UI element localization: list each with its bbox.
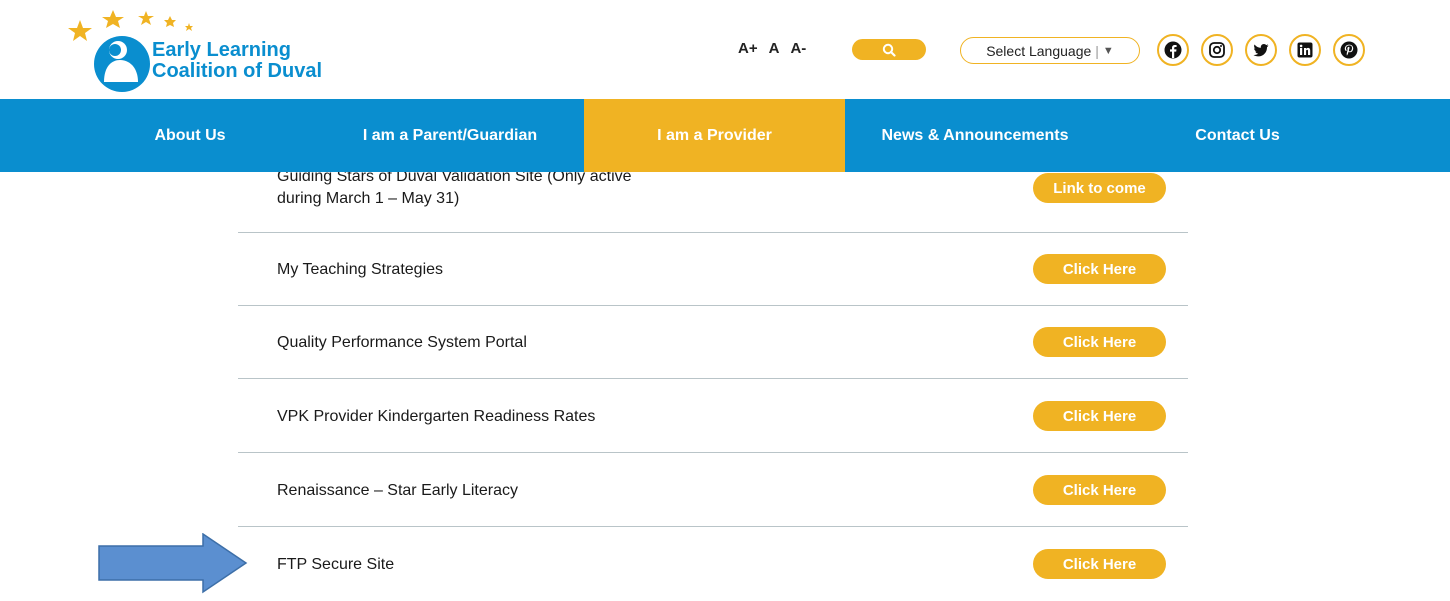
nav-item-news[interactable]: News & Announcements	[860, 99, 1090, 172]
facebook-icon[interactable]	[1157, 34, 1189, 66]
resource-label: Quality Performance System Portal	[277, 334, 527, 351]
resource-label: VPK Provider Kindergarten Readiness Rate…	[277, 408, 596, 425]
linkedin-icon[interactable]	[1289, 34, 1321, 66]
language-label: Select Language	[986, 42, 1092, 59]
font-increase-button[interactable]: A+	[738, 40, 758, 57]
font-decrease-button[interactable]: A-	[790, 40, 806, 57]
site-header: Early Learning Coalition of Duval A+ A A…	[0, 0, 1450, 99]
instagram-glyph	[1209, 42, 1225, 58]
font-size-controls: A+ A A-	[738, 40, 817, 57]
nav-item-parent-guardian[interactable]: I am a Parent/Guardian	[320, 99, 580, 172]
search-button[interactable]	[852, 39, 926, 60]
twitter-glyph	[1253, 44, 1269, 57]
nav-item-provider[interactable]: I am a Provider	[584, 99, 845, 172]
nav-label: About Us	[154, 126, 226, 144]
chevron-down-icon: ▼	[1102, 44, 1114, 57]
nav-label: Contact Us	[1195, 126, 1280, 144]
main-nav: About Us I am a Parent/Guardian I am a P…	[0, 99, 1450, 172]
resource-row-ftp-secure: FTP Secure Site Click Here	[238, 528, 1188, 601]
click-here-button[interactable]: Click Here	[1033, 254, 1166, 284]
logo-line-1: Early Learning	[152, 39, 291, 61]
click-here-button[interactable]: Click Here	[1033, 401, 1166, 431]
nav-label: News & Announcements	[881, 126, 1069, 144]
language-separator: |	[1095, 42, 1099, 59]
pinterest-icon[interactable]	[1333, 34, 1365, 66]
pinterest-glyph	[1340, 41, 1358, 59]
click-here-button[interactable]: Click Here	[1033, 475, 1166, 505]
resource-label: Guiding Stars of Duval Validation Site (…	[277, 166, 632, 210]
resource-row-vpk-readiness: VPK Provider Kindergarten Readiness Rate…	[238, 380, 1188, 453]
resource-label-line-2: during March 1 – May 31)	[277, 190, 460, 207]
resource-label: My Teaching Strategies	[277, 261, 444, 278]
nav-item-about-us[interactable]: About Us	[120, 99, 260, 172]
nav-label: I am a Parent/Guardian	[362, 126, 538, 144]
annotation-arrow-icon	[98, 533, 248, 594]
twitter-icon[interactable]	[1245, 34, 1277, 66]
instagram-icon[interactable]	[1201, 34, 1233, 66]
language-select[interactable]: Select Language | ▼	[960, 37, 1140, 64]
logo-line-2: Coalition of Duval	[152, 60, 322, 82]
resource-label: FTP Secure Site	[277, 556, 395, 573]
logo-text: Early Learning Coalition of Duval	[152, 40, 322, 82]
nav-item-contact-us[interactable]: Contact Us	[1150, 99, 1325, 172]
search-icon	[882, 43, 896, 57]
nav-label: I am a Provider	[657, 126, 772, 144]
resource-row-renaissance: Renaissance – Star Early Literacy Click …	[238, 454, 1188, 527]
resource-row-quality-performance: Quality Performance System Portal Click …	[238, 306, 1188, 379]
click-here-button[interactable]: Click Here	[1033, 327, 1166, 357]
font-reset-button[interactable]: A	[769, 40, 780, 57]
linkedin-glyph	[1297, 42, 1313, 58]
facebook-glyph	[1164, 41, 1182, 59]
link-to-come-button[interactable]: Link to come	[1033, 173, 1166, 203]
resource-label: Renaissance – Star Early Literacy	[277, 482, 518, 499]
click-here-button[interactable]: Click Here	[1033, 549, 1166, 579]
resource-row-teaching-strategies: My Teaching Strategies Click Here	[238, 233, 1188, 306]
